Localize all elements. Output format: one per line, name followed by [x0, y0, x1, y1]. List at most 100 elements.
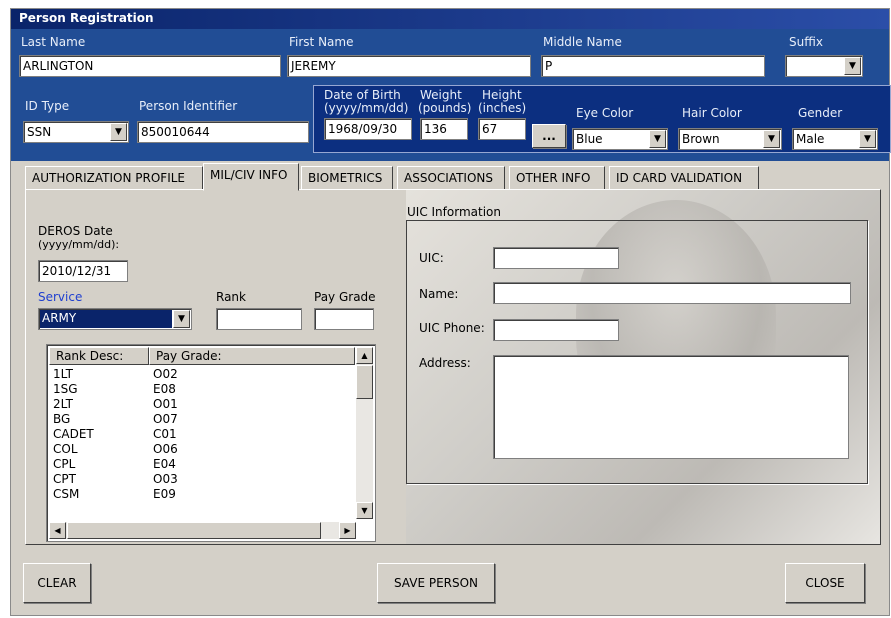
pay-grade-cell: E09: [153, 487, 176, 501]
rank-desc-cell: 1LT: [53, 367, 73, 381]
scroll-thumb[interactable]: [356, 365, 373, 399]
tab-associations[interactable]: ASSOCIATIONS: [397, 166, 505, 190]
rank-desc-cell: CPT: [53, 472, 76, 486]
rank-list-header: Rank Desc: Pay Grade:: [49, 347, 355, 365]
uic-name-label: Name:: [419, 287, 459, 301]
save-person-button[interactable]: SAVE PERSON: [377, 563, 495, 603]
eye-color-value: Blue: [576, 132, 603, 146]
physical-details-group: Date of Birth (yyyy/mm/dd) 1968/09/30 We…: [313, 85, 891, 153]
rank-list-row[interactable]: CSM E09: [49, 487, 355, 502]
id-type-label: ID Type: [25, 99, 70, 113]
deros-format-label: (yyyy/mm/dd):: [38, 238, 120, 251]
chevron-down-icon[interactable]: ▼: [173, 310, 190, 328]
dob-label: Date of Birth: [324, 88, 401, 102]
pay-grade-cell: C01: [153, 427, 177, 441]
last-name-field[interactable]: ARLINGTON: [19, 55, 281, 77]
tab-mil-civ-info[interactable]: MIL/CIV INFO: [203, 163, 299, 191]
service-label: Service: [38, 290, 83, 304]
weight-label: Weight: [420, 88, 462, 102]
more-details-button[interactable]: ...: [532, 124, 566, 148]
pay-grade-header[interactable]: Pay Grade:: [149, 347, 355, 365]
pay-grade-cell: O02: [153, 367, 178, 381]
middle-name-label: Middle Name: [543, 35, 622, 49]
tab-id-card-validation[interactable]: ID CARD VALIDATION: [609, 166, 759, 190]
uic-label: UIC:: [419, 251, 444, 265]
rank-list-row[interactable]: 1LT O02: [49, 367, 355, 382]
scroll-down-icon[interactable]: ▼: [356, 502, 373, 519]
height-field[interactable]: 67: [478, 118, 526, 140]
first-name-label: First Name: [289, 35, 354, 49]
mil-civ-panel: DEROS Date (yyyy/mm/dd): 2010/12/31 Serv…: [25, 189, 881, 545]
gender-select[interactable]: Male ▼: [792, 128, 878, 150]
window-title: Person Registration: [11, 9, 889, 29]
tab-biometrics[interactable]: BIOMETRICS: [301, 166, 393, 190]
tab-authorization-profile[interactable]: AUTHORIZATION PROFILE: [25, 166, 203, 190]
uic-name-field[interactable]: [493, 282, 851, 304]
pay-grade-label: Pay Grade: [314, 290, 376, 304]
chevron-down-icon[interactable]: ▼: [763, 130, 780, 148]
person-identifier-label: Person Identifier: [139, 99, 238, 113]
hscroll-thumb[interactable]: [67, 522, 321, 539]
rank-desc-cell: CSM: [53, 487, 80, 501]
tab-other-info[interactable]: OTHER INFO: [509, 166, 605, 190]
chevron-down-icon[interactable]: ▼: [844, 57, 861, 75]
uic-phone-field[interactable]: [493, 319, 619, 341]
rank-label: Rank: [216, 290, 246, 304]
hair-color-select[interactable]: Brown ▼: [678, 128, 782, 150]
pay-grade-cell: E04: [153, 457, 176, 471]
rank-desc-cell: CADET: [53, 427, 94, 441]
clear-button[interactable]: CLEAR: [23, 563, 91, 603]
rank-list-row[interactable]: BG O07: [49, 412, 355, 427]
rank-list-row[interactable]: CADET C01: [49, 427, 355, 442]
rank-list-row[interactable]: COL O06: [49, 442, 355, 457]
scroll-up-icon[interactable]: ▲: [356, 347, 373, 364]
rank-list-hscrollbar[interactable]: ◀ ▶: [49, 522, 356, 539]
rank-list-row[interactable]: CPT O03: [49, 472, 355, 487]
close-button[interactable]: CLOSE: [785, 563, 865, 603]
service-value: ARMY: [40, 310, 172, 328]
person-identifier-field[interactable]: 850010644: [137, 121, 309, 143]
uic-field[interactable]: [493, 247, 619, 269]
last-name-label: Last Name: [21, 35, 86, 49]
rank-list-row[interactable]: 2LT O01: [49, 397, 355, 412]
rank-desc-cell: BG: [53, 412, 71, 426]
id-type-select[interactable]: SSN ▼: [23, 121, 129, 143]
deros-label: DEROS Date: [38, 224, 113, 238]
rank-field[interactable]: [216, 308, 302, 330]
id-type-value: SSN: [27, 125, 52, 139]
rank-list-vscrollbar[interactable]: ▲ ▼: [356, 347, 373, 519]
address-label: Address:: [419, 356, 471, 370]
pay-grade-cell: E08: [153, 382, 176, 396]
pay-grade-field[interactable]: [314, 308, 374, 330]
chevron-down-icon[interactable]: ▼: [859, 130, 876, 148]
rank-desc-cell: 2LT: [53, 397, 73, 411]
pay-grade-cell: O06: [153, 442, 178, 456]
middle-name-field[interactable]: P: [541, 55, 765, 77]
deros-date-field[interactable]: 2010/12/31: [38, 260, 128, 282]
scroll-left-icon[interactable]: ◀: [49, 522, 66, 539]
rank-list-row[interactable]: CPL E04: [49, 457, 355, 472]
rank-desc-header[interactable]: Rank Desc:: [49, 347, 149, 365]
weight-field[interactable]: 136: [420, 118, 468, 140]
rank-desc-cell: 1SG: [53, 382, 78, 396]
eye-color-select[interactable]: Blue ▼: [572, 128, 668, 150]
suffix-label: Suffix: [789, 35, 823, 49]
suffix-select[interactable]: ▼: [785, 55, 863, 77]
rank-list[interactable]: Rank Desc: Pay Grade: 1LT O02 1SG E08 2LT O01…: [46, 344, 376, 542]
pay-grade-cell: O07: [153, 412, 178, 426]
rank-list-row[interactable]: 1SG E08: [49, 382, 355, 397]
rank-desc-cell: COL: [53, 442, 78, 456]
gender-label: Gender: [798, 106, 843, 120]
gender-value: Male: [796, 132, 825, 146]
pay-grade-cell: O03: [153, 472, 178, 486]
scroll-right-icon[interactable]: ▶: [339, 522, 356, 539]
service-select[interactable]: ARMY ▼: [38, 308, 192, 330]
height-label: Height: [482, 88, 522, 102]
chevron-down-icon[interactable]: ▼: [110, 123, 127, 141]
uic-phone-label: UIC Phone:: [419, 321, 485, 335]
address-field[interactable]: [493, 355, 849, 459]
first-name-field[interactable]: JEREMY: [287, 55, 531, 77]
uic-information-group: UIC Information UIC: Name: UIC Phone: Ad…: [406, 205, 868, 484]
chevron-down-icon[interactable]: ▼: [649, 130, 666, 148]
dob-field[interactable]: 1968/09/30: [324, 118, 412, 140]
